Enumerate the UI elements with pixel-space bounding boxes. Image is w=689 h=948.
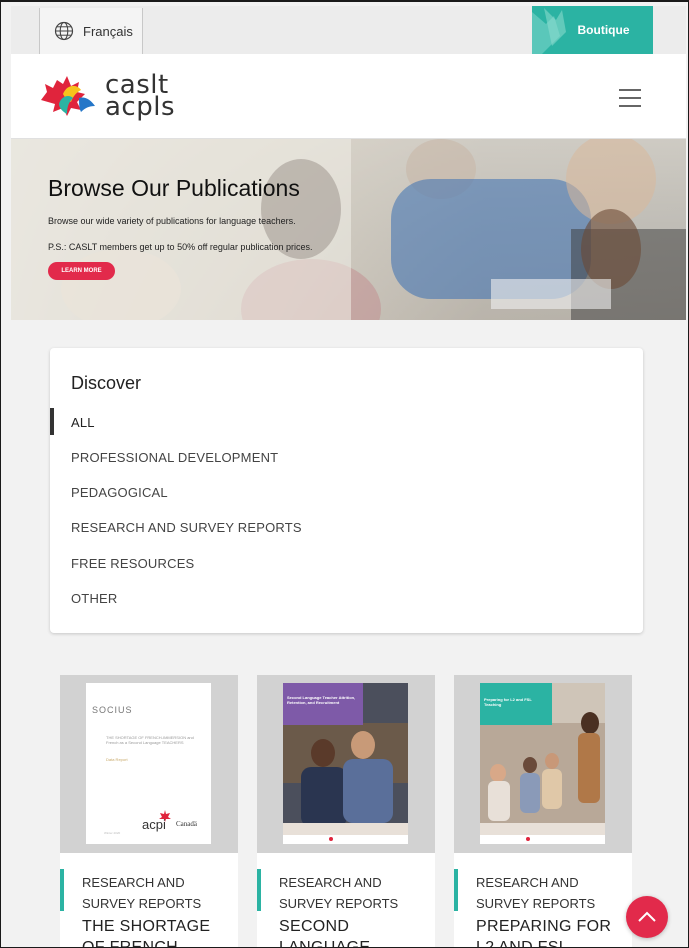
globe-icon [54, 21, 74, 41]
publication-title[interactable]: THE SHORTAGE OF FRENCH [82, 916, 232, 947]
category-accent-bar [60, 869, 64, 911]
publication-title[interactable]: PREPARING FOR L2 AND FSL [476, 916, 626, 947]
filter-all[interactable]: ALL [71, 415, 95, 430]
filter-pedagogical[interactable]: PEDAGOGICAL [71, 485, 168, 500]
chevron-up-icon [638, 911, 656, 922]
scroll-to-top-button[interactable] [626, 896, 668, 938]
hero-title: Browse Our Publications [48, 175, 300, 201]
language-switch-button[interactable]: Français [39, 8, 143, 54]
publication-card[interactable]: Preparing for L2 and FSL Teaching RESEAR… [454, 675, 632, 947]
filter-professional-development[interactable]: PROFESSIONAL DEVELOPMENT [71, 450, 278, 465]
publication-cover: Preparing for L2 and FSL Teaching [480, 683, 605, 844]
hero-promo-text: P.S.: CASLT members get up to 50% off re… [48, 242, 313, 252]
publication-cover-area: Preparing for L2 and FSL Teaching [454, 675, 632, 853]
hero-background-photo [11, 139, 686, 320]
cover-logo-acpi: acpi [142, 817, 166, 832]
discover-title: Discover [71, 373, 142, 393]
cover-heading-text: Second Language Teacher Attrition, Reten… [287, 695, 356, 705]
site-header: caslt acpls [11, 54, 686, 139]
cover-heading-text: Preparing for L2 and FSL Teaching [484, 697, 532, 707]
category-accent-bar [257, 869, 261, 911]
hero-banner: Browse Our Publications Browse our wide … [11, 139, 686, 320]
page: Français Boutique caslt acpls Browse Our… [0, 0, 689, 948]
utility-bar: Français Boutique [11, 6, 686, 54]
cover-heading: THE SHORTAGE OF FRENCH-IMMERSION and Fre… [106, 735, 194, 745]
filter-free-resources[interactable]: FREE RESOURCES [71, 556, 194, 571]
active-filter-indicator [50, 408, 54, 435]
leaf-decoration-icon [532, 8, 566, 54]
maple-leaf-logo-icon [41, 76, 95, 116]
site-logo[interactable]: caslt acpls [37, 70, 175, 122]
cover-footer: Winter 2020 [104, 831, 121, 835]
publication-category: RESEARCH AND SURVEY REPORTS [82, 875, 202, 911]
cover-brand: SOCIUS [92, 705, 133, 715]
publication-category: RESEARCH AND SURVEY REPORTS [476, 875, 596, 911]
boutique-label: Boutique [577, 23, 630, 37]
publication-card[interactable]: SOCIUS THE SHORTAGE OF FRENCH-IMMERSION … [60, 675, 238, 947]
publication-category: RESEARCH AND SURVEY REPORTS [279, 875, 399, 911]
filter-other[interactable]: OTHER [71, 591, 118, 606]
language-label: Français [83, 23, 133, 39]
logo-wordmark: caslt acpls [105, 72, 176, 122]
logo-text-acpls: acpls [105, 92, 176, 122]
filter-research-and-survey-reports[interactable]: RESEARCH AND SURVEY REPORTS [71, 520, 302, 535]
learn-more-button[interactable]: LEARN MORE [48, 262, 115, 280]
category-accent-bar [454, 869, 458, 911]
boutique-button[interactable]: Boutique [532, 6, 653, 54]
publication-card[interactable]: Second Language Teacher Attrition, Reten… [257, 675, 435, 947]
publication-cover: SOCIUS THE SHORTAGE OF FRENCH-IMMERSION … [86, 683, 211, 844]
hero-subtitle: Browse our wide variety of publications … [48, 216, 296, 226]
cover-logo-canada: Canadä [176, 820, 197, 828]
publication-cover-area: Second Language Teacher Attrition, Reten… [257, 675, 435, 853]
publication-cover: Second Language Teacher Attrition, Reten… [283, 683, 408, 844]
hamburger-icon[interactable] [619, 89, 641, 107]
publication-cover-area: SOCIUS THE SHORTAGE OF FRENCH-IMMERSION … [60, 675, 238, 853]
discover-filter-card: Discover ALL PROFESSIONAL DEVELOPMENT PE… [50, 348, 643, 633]
cover-note: Data Report [106, 757, 128, 762]
publication-title[interactable]: SECOND LANGUAGE [279, 916, 429, 947]
